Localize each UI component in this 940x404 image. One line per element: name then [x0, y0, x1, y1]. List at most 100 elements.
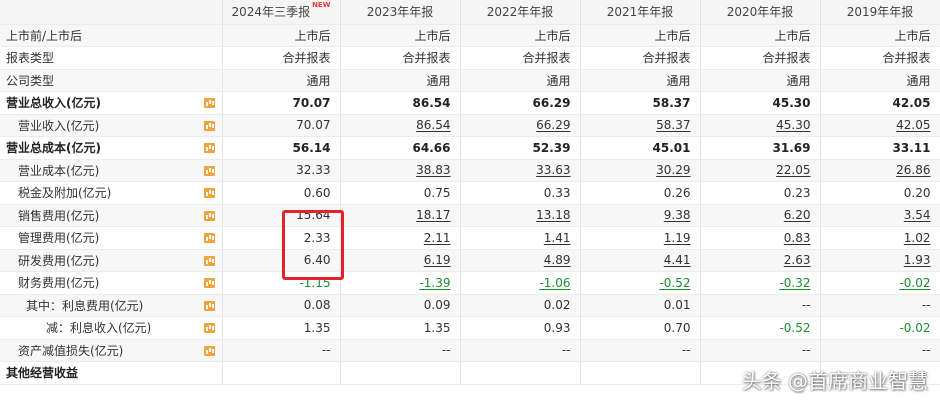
table-row: 税金及附加(亿元) 0.60 0.75 0.33 0.26 0.23 0.20: [0, 181, 940, 205]
column-header-5[interactable]: 2019年年报: [820, 0, 940, 25]
value-link[interactable]: 42.05: [820, 114, 940, 137]
column-header-2[interactable]: 2022年年报: [460, 0, 581, 25]
value-link[interactable]: -1.39: [340, 271, 461, 295]
value-cell: 2.33: [222, 226, 341, 250]
table-row: 营业总成本(亿元) 56.14 64.66 52.39 45.01 31.69 33.11: [0, 136, 940, 160]
row-label: 研发费用(亿元): [18, 253, 100, 268]
value-cell: 0.01: [580, 294, 701, 317]
bar-chart-icon[interactable]: [203, 165, 215, 176]
bar-chart-icon[interactable]: [203, 120, 215, 131]
value-link[interactable]: 66.29: [460, 114, 581, 137]
value-link[interactable]: 0.83: [700, 226, 821, 250]
value-link[interactable]: 1.41: [460, 226, 581, 250]
value-cell: --: [820, 294, 940, 317]
value-cell: 31.69: [700, 136, 821, 160]
value-cell: [460, 361, 581, 385]
value-cell: 0.75: [340, 181, 461, 205]
value-link[interactable]: -0.52: [580, 271, 701, 295]
header-row: 2024年三季报 NEW 2023年年报 2022年年报 2021年年报 2020年年报 2…: [0, 0, 940, 25]
column-header-0[interactable]: 2024年三季报 NEW: [222, 0, 341, 25]
value-link[interactable]: -1.06: [460, 271, 581, 295]
value-link[interactable]: -0.32: [700, 271, 821, 295]
bar-chart-icon[interactable]: [203, 345, 215, 356]
value-cell: --: [460, 339, 581, 362]
row-label-cell: 营业总收入(亿元): [0, 91, 223, 115]
value-cell: 通用: [460, 69, 581, 92]
value-cell: --: [580, 339, 701, 362]
value-link[interactable]: 4.41: [580, 249, 701, 272]
table-row: 营业收入(亿元) 70.07 86.54 66.29 58.37 45.30 42.05: [0, 114, 940, 137]
row-label: 销售费用(亿元): [18, 208, 100, 223]
value-link[interactable]: 2.63: [700, 249, 821, 272]
bar-chart-icon[interactable]: [203, 278, 215, 288]
table-row: 营业总收入(亿元) 70.07 86.54 66.29 58.37 45.30 42.05: [0, 91, 940, 115]
row-label: 营业总收入(亿元): [6, 96, 101, 111]
value-link[interactable]: 4.89: [460, 249, 581, 272]
row-label: 营业收入(亿元): [18, 118, 100, 133]
table-row: 其中：利息费用(亿元) 0.08 0.09 0.02 0.01 -- --: [0, 294, 940, 317]
value-cell: 42.05: [820, 91, 940, 115]
row-label: 其中：利息费用(亿元): [26, 298, 144, 313]
value-link[interactable]: 3.54: [820, 204, 940, 227]
value-link[interactable]: 13.18: [460, 204, 581, 227]
header-label-column: [0, 0, 223, 25]
column-header-label: 2023年年报: [366, 5, 434, 20]
row-label-cell: 营业成本(亿元): [0, 159, 223, 182]
value-cell: -0.02: [820, 316, 940, 340]
bar-chart-icon[interactable]: [203, 188, 215, 198]
bar-chart-icon[interactable]: [203, 210, 215, 221]
value-link[interactable]: 1.93: [820, 249, 940, 272]
column-header-label: 2019年年报: [846, 5, 914, 20]
value-link[interactable]: 6.20: [700, 204, 821, 227]
value-cell: --: [340, 339, 461, 362]
value-link[interactable]: 30.29: [580, 159, 701, 182]
column-header-4[interactable]: 2020年年报: [700, 0, 821, 25]
value-cell: 通用: [700, 69, 821, 92]
row-label-cell: 销售费用(亿元): [0, 204, 223, 227]
value-cell: 上市后: [222, 24, 341, 47]
value-link[interactable]: 58.37: [580, 114, 701, 137]
row-label-cell: 其中：利息费用(亿元): [0, 294, 223, 317]
value-cell: 通用: [580, 69, 701, 92]
value-link[interactable]: 9.38: [580, 204, 701, 227]
row-label: 资产减值损失(亿元): [18, 343, 124, 358]
value-link[interactable]: 33.63: [460, 159, 581, 182]
value-cell: 58.37: [580, 91, 701, 115]
value-cell: 合并报表: [340, 46, 461, 70]
table-row: 上市前/上市后 上市后 上市后 上市后 上市后 上市后 上市后: [0, 24, 940, 47]
bar-chart-icon[interactable]: [203, 323, 215, 333]
row-label: 公司类型: [6, 73, 55, 88]
value-cell: 合并报表: [580, 46, 701, 70]
row-label-cell: 报表类型: [0, 46, 223, 70]
row-label: 其他经营收益: [6, 366, 79, 381]
bar-chart-icon[interactable]: [203, 300, 215, 311]
column-header-3[interactable]: 2021年年报: [580, 0, 701, 25]
value-cell: 86.54: [340, 91, 461, 115]
value-cell: 0.20: [820, 181, 940, 205]
value-cell: 上市后: [340, 24, 461, 47]
value-link[interactable]: 6.19: [340, 249, 461, 272]
bar-chart-icon[interactable]: [203, 98, 215, 108]
bar-chart-icon[interactable]: [203, 233, 215, 243]
row-label-cell: 公司类型: [0, 69, 223, 92]
bar-chart-icon[interactable]: [203, 143, 215, 153]
value-link[interactable]: 1.19: [580, 226, 701, 250]
value-link[interactable]: 22.05: [700, 159, 821, 182]
value-cell: --: [700, 294, 821, 317]
column-header-1[interactable]: 2023年年报: [340, 0, 461, 25]
value-cell: 0.09: [340, 294, 461, 317]
value-cell: 45.30: [700, 91, 821, 115]
value-cell: 56.14: [222, 136, 341, 160]
row-label: 减：利息收入(亿元): [46, 321, 152, 336]
value-link[interactable]: -0.02: [820, 271, 940, 295]
value-link[interactable]: 18.17: [340, 204, 461, 227]
value-link[interactable]: 45.30: [700, 114, 821, 137]
row-label: 管理费用(亿元): [18, 231, 100, 246]
value-cell: --: [700, 339, 821, 362]
value-link[interactable]: 26.86: [820, 159, 940, 182]
value-link[interactable]: 1.02: [820, 226, 940, 250]
value-link[interactable]: 2.11: [340, 226, 461, 250]
value-link[interactable]: 38.83: [340, 159, 461, 182]
value-link[interactable]: 86.54: [340, 114, 461, 137]
bar-chart-icon[interactable]: [203, 255, 215, 266]
